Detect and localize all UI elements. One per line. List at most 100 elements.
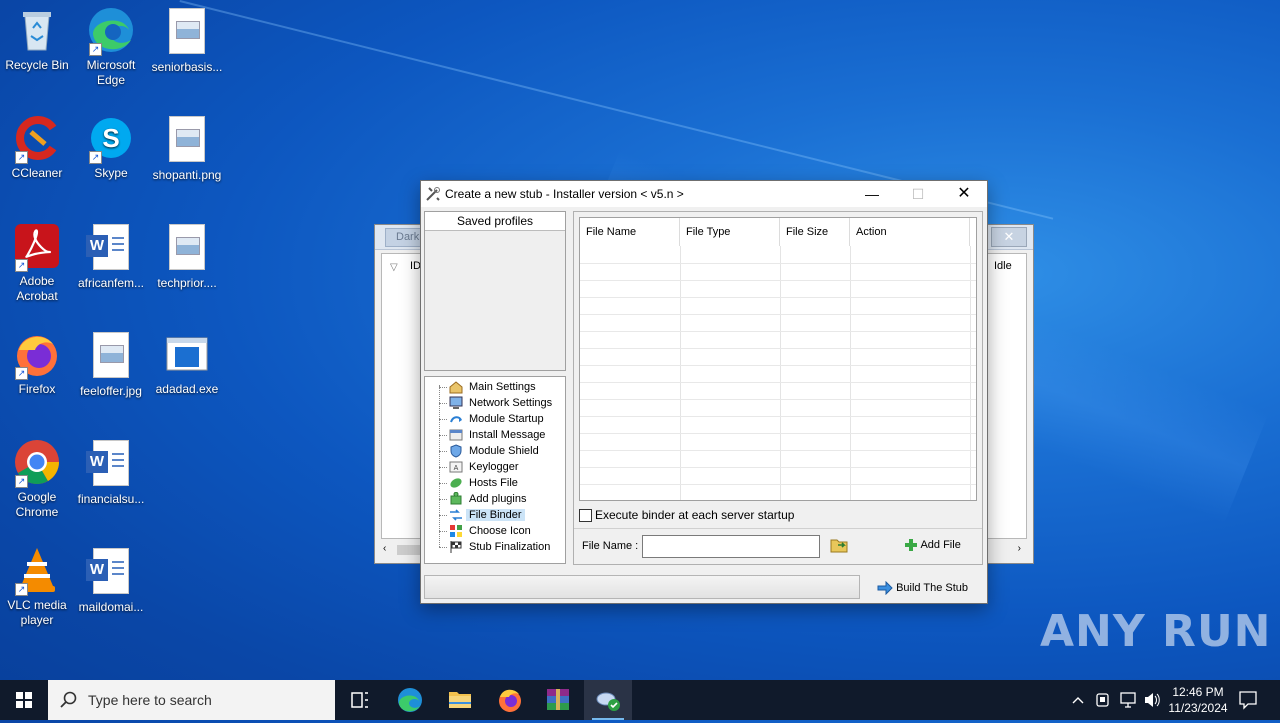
bound-files-grid[interactable]: File Name File Type File Size Action bbox=[579, 217, 977, 501]
scroll-right-icon[interactable]: › bbox=[1018, 543, 1021, 554]
winrar-icon bbox=[547, 689, 569, 710]
taskbar-file-explorer[interactable] bbox=[436, 680, 484, 720]
taskbar-firefox[interactable] bbox=[486, 680, 534, 720]
shortcut-arrow-icon: ↗ bbox=[15, 475, 28, 488]
bg-close-button[interactable]: ✕ bbox=[991, 227, 1027, 247]
desktop-icon-techprior[interactable]: techprior.... bbox=[150, 222, 224, 291]
tree-item-main-settings[interactable]: Main Settings bbox=[439, 379, 539, 395]
shortcut-arrow-icon: ↗ bbox=[15, 583, 28, 596]
close-button[interactable]: ✕ bbox=[941, 181, 987, 207]
file-name-input[interactable] bbox=[642, 535, 820, 558]
plus-icon bbox=[905, 539, 917, 552]
desktop-icon-vlc[interactable]: ↗ VLC media player bbox=[0, 546, 74, 628]
desktop-icon-feeloffer[interactable]: feeloffer.jpg bbox=[74, 330, 148, 399]
desktop-icon-ccleaner[interactable]: ↗ CCleaner bbox=[0, 114, 74, 181]
start-button[interactable] bbox=[0, 680, 48, 720]
desktop-icon-label: africanfem... bbox=[77, 276, 145, 290]
grid-row bbox=[580, 297, 976, 315]
col-file-name[interactable]: File Name bbox=[580, 218, 680, 246]
col-action[interactable]: Action bbox=[850, 218, 970, 246]
saved-profiles-list[interactable] bbox=[425, 231, 565, 370]
clock-time: 12:46 PM bbox=[1172, 685, 1224, 699]
anyrun-watermark-text: ANY RUN bbox=[1040, 606, 1272, 657]
desktop-icon-africanfem[interactable]: W africanfem... bbox=[74, 222, 148, 291]
scroll-left-icon[interactable]: ‹ bbox=[383, 543, 386, 554]
desktop-icon-label: Microsoft Edge bbox=[86, 58, 136, 87]
desktop-icon-label: VLC media player bbox=[7, 598, 67, 627]
desktop-icon-acrobat[interactable]: ↗ Adobe Acrobat bbox=[0, 222, 74, 304]
desktop-icon-shopanti[interactable]: shopanti.png bbox=[150, 114, 224, 183]
chevron-down-icon[interactable]: ▽ bbox=[390, 262, 398, 273]
dialog-titlebar[interactable]: Create a new stub - Installer version < … bbox=[421, 181, 987, 207]
desktop-icon-label: Google Chrome bbox=[15, 490, 59, 519]
taskbar-search-box[interactable]: Type here to search bbox=[48, 680, 335, 720]
build-stub-label: Build The Stub bbox=[896, 582, 969, 594]
file-name-bar: File Name : Add File bbox=[574, 528, 982, 565]
desktop-icon-label: shopanti.png bbox=[152, 168, 222, 182]
network-icon[interactable] bbox=[1118, 680, 1138, 720]
desktop-icon-edge[interactable]: ↗ Microsoft Edge bbox=[74, 6, 148, 88]
tools-icon bbox=[426, 187, 440, 201]
grid-row bbox=[580, 280, 976, 298]
build-stub-button[interactable]: Build The Stub bbox=[877, 579, 968, 597]
settings-tree[interactable]: Main Settings Network Settings Module St… bbox=[424, 376, 566, 564]
col-file-type[interactable]: File Type bbox=[680, 218, 780, 246]
search-icon bbox=[60, 691, 77, 708]
grid-row bbox=[580, 416, 976, 434]
taskbar-edge[interactable] bbox=[386, 680, 434, 720]
scroll-thumb[interactable] bbox=[397, 545, 421, 555]
keyboard-icon: A bbox=[449, 461, 463, 473]
grid-row bbox=[580, 263, 976, 281]
taskbar-clock[interactable]: 12:46 PM 11/23/2024 bbox=[1160, 684, 1236, 716]
minimize-button[interactable]: — bbox=[849, 181, 895, 207]
flag-icon bbox=[450, 541, 462, 554]
desktop-icon-recycle-bin[interactable]: Recycle Bin bbox=[0, 6, 74, 73]
tree-item-choose-icon[interactable]: Choose Icon bbox=[439, 523, 534, 539]
chrome-icon: ↗ bbox=[13, 438, 61, 488]
tree-item-network-settings[interactable]: Network Settings bbox=[439, 395, 555, 411]
notifications-icon[interactable] bbox=[1236, 680, 1260, 720]
palette-icon bbox=[450, 525, 462, 538]
bg-col-status: Idle bbox=[994, 260, 1012, 272]
tree-item-install-message[interactable]: Install Message bbox=[439, 427, 548, 443]
task-view-button[interactable] bbox=[336, 680, 384, 720]
tree-item-hosts-file[interactable]: Hosts File bbox=[439, 475, 521, 491]
saved-profiles-panel[interactable]: Saved profiles bbox=[424, 211, 566, 371]
desktop-icon-financialsu[interactable]: W financialsu... bbox=[74, 438, 148, 507]
grid-row bbox=[580, 450, 976, 468]
create-stub-dialog[interactable]: Create a new stub - Installer version < … bbox=[420, 180, 988, 604]
tray-chevron-icon[interactable] bbox=[1070, 680, 1086, 720]
binder-arrows-icon bbox=[450, 509, 462, 521]
shield-icon bbox=[450, 444, 462, 458]
col-file-size[interactable]: File Size bbox=[780, 218, 850, 246]
file-binder-panel[interactable]: File Name File Type File Size Action Exe… bbox=[573, 211, 983, 565]
search-placeholder: Type here to search bbox=[88, 692, 212, 708]
tree-item-stub-finalization[interactable]: Stub Finalization bbox=[439, 539, 553, 555]
tray-device-icon[interactable] bbox=[1094, 680, 1112, 720]
shortcut-arrow-icon: ↗ bbox=[15, 367, 28, 380]
tree-item-module-startup[interactable]: Module Startup bbox=[439, 411, 547, 427]
volume-icon[interactable] bbox=[1142, 680, 1162, 720]
tree-item-file-binder[interactable]: File Binder bbox=[439, 507, 525, 523]
taskbar-winrar[interactable] bbox=[534, 680, 582, 720]
desktop-icon-skype[interactable]: S ↗ Skype bbox=[74, 114, 148, 181]
desktop-icon-adadad[interactable]: adadad.exe bbox=[150, 330, 224, 397]
add-file-button[interactable]: Add File bbox=[904, 537, 961, 553]
desktop-icon-label: Firefox bbox=[18, 382, 56, 396]
execute-binder-checkbox[interactable] bbox=[579, 509, 592, 523]
maximize-button[interactable]: ☐ bbox=[895, 181, 941, 207]
grid-row bbox=[580, 365, 976, 383]
execute-binder-option[interactable]: Execute binder at each server startup bbox=[579, 508, 794, 523]
tree-item-add-plugins[interactable]: Add plugins bbox=[439, 491, 530, 507]
desktop-icon-maildomai[interactable]: W maildomai... bbox=[74, 546, 148, 615]
image-file-icon bbox=[163, 224, 211, 272]
desktop-icon-chrome[interactable]: ↗ Google Chrome bbox=[0, 438, 74, 520]
tree-item-module-shield[interactable]: Module Shield bbox=[439, 443, 542, 459]
tree-item-keylogger[interactable]: A Keylogger bbox=[439, 459, 522, 475]
shortcut-arrow-icon: ↗ bbox=[89, 43, 102, 56]
word-doc-icon: W bbox=[86, 548, 135, 596]
browse-folder-icon[interactable] bbox=[830, 537, 848, 553]
desktop-icon-seniorbasis[interactable]: seniorbasis... bbox=[150, 6, 224, 75]
desktop-icon-firefox[interactable]: ↗ Firefox bbox=[0, 330, 74, 397]
taskbar-stub-builder[interactable] bbox=[584, 680, 632, 720]
